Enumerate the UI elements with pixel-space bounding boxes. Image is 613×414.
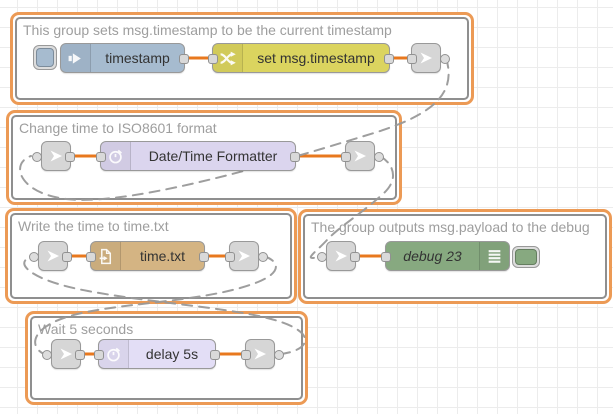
delay-node[interactable]: delay 5s <box>98 339 216 369</box>
input-port[interactable] <box>407 54 417 64</box>
link-arrow-icon <box>236 248 252 264</box>
input-port[interactable] <box>241 350 251 360</box>
inject-arrow-icon <box>61 44 91 72</box>
link-out-node[interactable] <box>245 339 275 369</box>
output-port[interactable] <box>65 152 75 162</box>
inject-button[interactable] <box>33 45 57 70</box>
node-label: time.txt <box>121 242 204 270</box>
node-label: delay 5s <box>129 340 215 368</box>
output-port[interactable] <box>199 252 209 262</box>
input-port[interactable] <box>94 350 104 360</box>
link-arrow-icon <box>58 346 74 362</box>
link-in-node[interactable] <box>51 339 81 369</box>
console-list-icon <box>479 242 509 270</box>
flow-canvas[interactable]: This group sets msg.timestamp to be the … <box>0 0 613 414</box>
change-node[interactable]: set msg.timestamp <box>212 43 390 73</box>
output-port[interactable] <box>62 252 72 262</box>
link-arrow-icon <box>48 148 64 164</box>
debug-toggle-face <box>515 249 537 265</box>
link-port[interactable] <box>42 350 52 360</box>
output-port[interactable] <box>210 350 220 360</box>
link-port[interactable] <box>258 252 268 262</box>
link-in-node[interactable] <box>41 141 71 171</box>
node-label: debug 23 <box>386 242 479 270</box>
node-label: set msg.timestamp <box>243 44 389 72</box>
output-port[interactable] <box>384 54 394 64</box>
output-port[interactable] <box>75 350 85 360</box>
input-port[interactable] <box>86 252 96 262</box>
node-label: timestamp <box>91 44 184 72</box>
debug-toggle-button[interactable] <box>512 246 540 268</box>
input-port[interactable] <box>381 252 391 262</box>
output-port[interactable] <box>350 252 360 262</box>
inject-node[interactable]: timestamp <box>60 43 185 73</box>
debug-node[interactable]: debug 23 <box>385 241 510 271</box>
link-arrow-icon <box>352 148 368 164</box>
inject-button-face <box>36 48 54 67</box>
input-port[interactable] <box>225 252 235 262</box>
link-arrow-icon <box>333 248 349 264</box>
link-arrow-icon <box>252 346 268 362</box>
link-port[interactable] <box>440 54 450 64</box>
output-port[interactable] <box>290 152 300 162</box>
input-port[interactable] <box>341 152 351 162</box>
link-out-node[interactable] <box>229 241 259 271</box>
link-port[interactable] <box>32 152 42 162</box>
link-out-node[interactable] <box>411 43 441 73</box>
node-label: Date/Time Formatter <box>131 142 295 170</box>
link-in-node[interactable] <box>326 241 356 271</box>
link-wire[interactable] <box>20 58 449 200</box>
input-port[interactable] <box>96 152 106 162</box>
datetime-formatter-node[interactable]: Date/Time Formatter <box>100 141 296 171</box>
input-port[interactable] <box>208 54 218 64</box>
file-node[interactable]: time.txt <box>90 241 205 271</box>
link-port[interactable] <box>274 350 284 360</box>
link-port[interactable] <box>29 252 39 262</box>
link-arrow-icon <box>45 248 61 264</box>
link-arrow-icon <box>418 50 434 66</box>
link-in-node[interactable] <box>38 241 68 271</box>
link-port[interactable] <box>317 252 327 262</box>
output-port[interactable] <box>179 54 189 64</box>
link-port[interactable] <box>374 152 384 162</box>
link-out-node[interactable] <box>345 141 375 171</box>
